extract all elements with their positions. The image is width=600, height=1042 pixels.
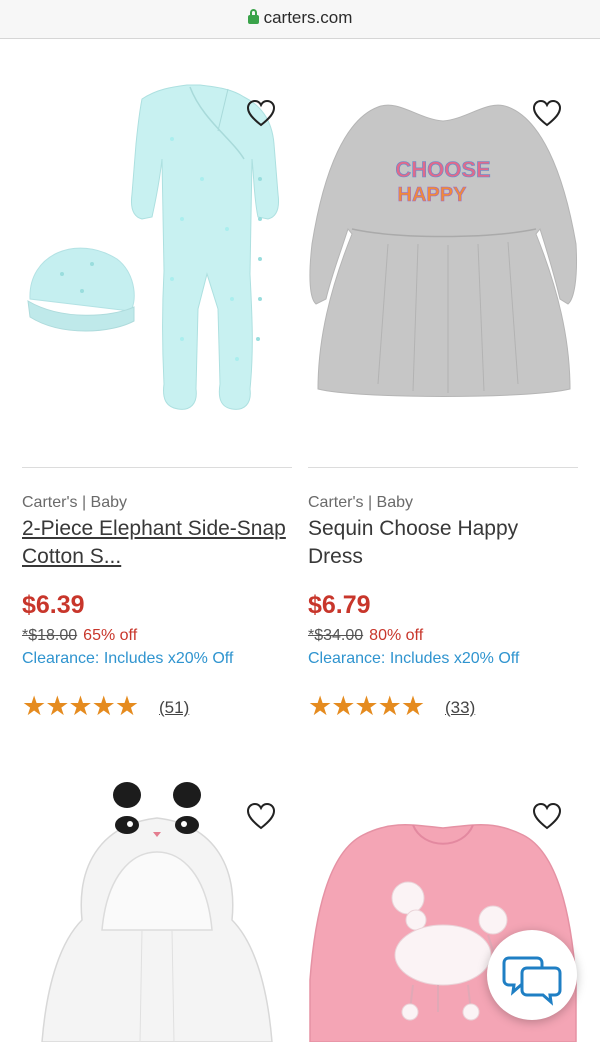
footie-sleeper-image bbox=[131, 84, 279, 410]
discount-percent: 80% off bbox=[369, 627, 424, 644]
url-text: carters.com bbox=[263, 8, 353, 27]
panda-hoodie-image bbox=[41, 782, 273, 1042]
review-count-link[interactable]: (33) bbox=[445, 698, 475, 718]
heart-outline-icon[interactable] bbox=[532, 802, 562, 832]
product-brand: Carter's | Baby bbox=[22, 494, 128, 511]
chat-bubbles-icon bbox=[502, 956, 562, 1006]
browser-url-bar[interactable]: carters.com bbox=[0, 0, 600, 39]
clearance-note: Clearance: Includes x20% Off bbox=[308, 650, 520, 667]
star-rating: ★★★★★ bbox=[22, 691, 139, 722]
card-divider bbox=[308, 467, 578, 468]
product-name-text: 2-Piece Elephant Side-Snap Cotton S... bbox=[22, 517, 286, 568]
heart-outline-icon[interactable] bbox=[246, 802, 276, 832]
url-display[interactable]: carters.com bbox=[0, 8, 600, 28]
price-original-row: *$18.00 65% off bbox=[22, 627, 137, 645]
gray-dress-image: CHOOSE HAPPY bbox=[309, 104, 577, 397]
discount-percent: 65% off bbox=[83, 627, 138, 644]
product-price: $6.79 bbox=[308, 591, 371, 619]
product-price: $6.39 bbox=[22, 591, 85, 619]
baby-hat-image bbox=[27, 247, 135, 332]
chat-button[interactable] bbox=[487, 930, 577, 1020]
price-original-row: *$34.00 80% off bbox=[308, 627, 423, 645]
product-name-link[interactable]: 2-Piece Elephant Side-Snap Cotton S... bbox=[22, 515, 292, 571]
dress-print-line2: HAPPY bbox=[398, 184, 468, 206]
card-divider bbox=[22, 467, 292, 468]
heart-outline-icon[interactable] bbox=[532, 99, 562, 129]
dress-print-line1: CHOOSE bbox=[395, 157, 490, 182]
heart-outline-icon[interactable] bbox=[246, 99, 276, 129]
clearance-note: Clearance: Includes x20% Off bbox=[22, 650, 234, 667]
star-rating: ★★★★★ bbox=[308, 691, 425, 722]
lock-icon bbox=[247, 9, 259, 24]
product-name-text: Sequin Choose Happy Dress bbox=[308, 517, 519, 568]
product-brand: Carter's | Baby bbox=[308, 494, 414, 511]
product-name-link[interactable]: Sequin Choose Happy Dress bbox=[308, 515, 578, 571]
review-count-link[interactable]: (51) bbox=[159, 698, 189, 718]
original-price: *$18.00 bbox=[22, 627, 78, 644]
original-price: *$34.00 bbox=[308, 627, 364, 644]
